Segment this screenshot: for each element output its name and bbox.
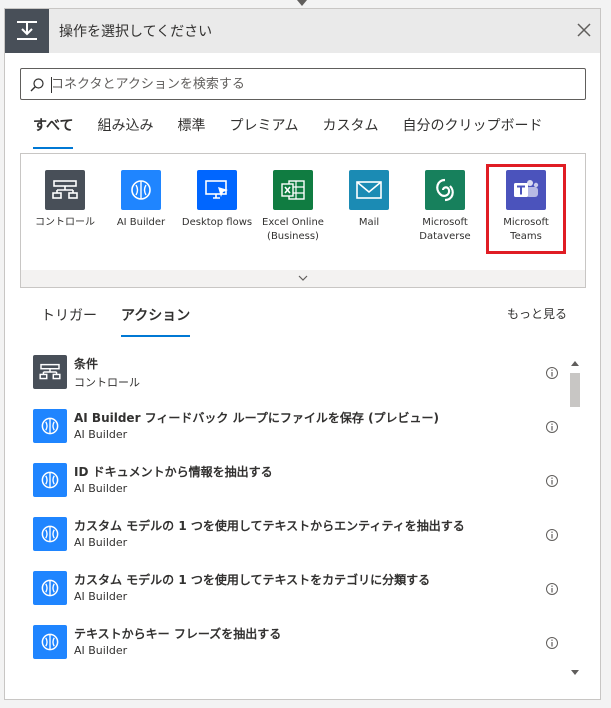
action-list-scrollbar[interactable]	[568, 359, 582, 681]
tab-all[interactable]: すべて	[33, 115, 74, 149]
connector-label: Microsoft Dataverse	[419, 217, 471, 242]
action-title: カスタム モデルの 1 つを使用してテキストからエンティティを抽出する	[74, 519, 465, 533]
control-icon	[45, 170, 85, 210]
dataverse-icon	[425, 170, 465, 210]
desktop-flows-icon	[197, 170, 237, 210]
connector-mail[interactable]: Mail	[331, 170, 407, 230]
ai-builder-icon	[33, 463, 67, 497]
info-icon[interactable]	[545, 528, 559, 542]
connector-excel-online[interactable]: Excel Online (Business)	[255, 170, 331, 244]
action-title: テキストからキー フレーズを抽出する	[74, 627, 282, 641]
scroll-thumb[interactable]	[570, 373, 580, 407]
action-title: カスタム モデルの 1 つを使用してテキストをカテゴリに分類する	[74, 573, 431, 587]
connector-grid: コントロール AI Builder Desktop flows Excel On…	[20, 153, 586, 271]
control-icon	[33, 355, 67, 389]
connector-label: Mail	[358, 217, 380, 228]
tab-actions[interactable]: アクション	[121, 305, 191, 337]
tab-built-in[interactable]: 組み込み	[97, 115, 153, 149]
see-more-link[interactable]: もっと見る	[507, 305, 567, 322]
info-icon[interactable]	[545, 636, 559, 650]
action-title: 条件	[74, 357, 99, 371]
tab-standard[interactable]: 標準	[177, 115, 205, 149]
action-connector-name: AI Builder	[74, 428, 128, 441]
collapse-toggle[interactable]	[20, 270, 586, 288]
dialog-header: 操作を選択してください	[5, 9, 600, 53]
info-icon[interactable]	[545, 582, 559, 596]
trigger-action-tabs: トリガー アクション	[41, 305, 214, 337]
list-item[interactable]: 条件 コントロール	[20, 349, 560, 397]
flow-connector-arrow	[297, 0, 307, 6]
info-icon[interactable]	[545, 474, 559, 488]
connector-desktop-flows[interactable]: Desktop flows	[179, 170, 255, 230]
connector-label: AI Builder	[116, 217, 166, 228]
category-tabs: すべて 組み込み 標準 プレミアム カスタム 自分のクリップボード	[33, 115, 567, 151]
search-icon	[30, 78, 44, 92]
action-connector-name: AI Builder	[74, 590, 128, 603]
selection-highlight	[486, 164, 566, 254]
list-item[interactable]: カスタム モデルの 1 つを使用してテキストをカテゴリに分類する AI Buil…	[20, 565, 560, 613]
info-icon[interactable]	[545, 420, 559, 434]
ai-builder-icon	[33, 625, 67, 659]
info-icon[interactable]	[545, 366, 559, 380]
ai-builder-icon	[33, 517, 67, 551]
connector-label: Excel Online (Business)	[262, 217, 324, 242]
action-connector-name: AI Builder	[74, 482, 128, 495]
action-connector-name: AI Builder	[74, 536, 128, 549]
choose-action-dialog: 操作を選択してください すべて 組み込み 標準 プレミアム カスタム 自分のクリ…	[4, 8, 601, 700]
connector-ai-builder[interactable]: AI Builder	[103, 170, 179, 230]
ai-builder-icon	[33, 571, 67, 605]
action-list: 条件 コントロール AI Builder フィードバック ループにファイルを保存…	[20, 349, 586, 679]
close-icon[interactable]	[575, 21, 593, 39]
excel-icon	[273, 170, 313, 210]
tab-custom[interactable]: カスタム	[323, 115, 379, 149]
dialog-title: 操作を選択してください	[59, 24, 213, 40]
action-title: ID ドキュメントから情報を抽出する	[74, 465, 273, 479]
scroll-down-arrow-icon[interactable]	[571, 670, 579, 675]
action-connector-name: コントロール	[74, 376, 140, 389]
list-item[interactable]: カスタム モデルの 1 つを使用してテキストからエンティティを抽出する AI B…	[20, 511, 560, 559]
chevron-down-icon	[298, 275, 308, 281]
scroll-up-arrow-icon[interactable]	[571, 361, 579, 366]
connector-control[interactable]: コントロール	[27, 170, 103, 230]
connector-dataverse[interactable]: Microsoft Dataverse	[407, 170, 483, 244]
tab-premium[interactable]: プレミアム	[229, 115, 298, 149]
tab-triggers[interactable]: トリガー	[41, 305, 97, 337]
tab-my-clipboard[interactable]: 自分のクリップボード	[403, 115, 543, 149]
ai-builder-icon	[121, 170, 161, 210]
mail-icon	[349, 170, 389, 210]
search-input[interactable]	[49, 73, 569, 95]
ai-builder-icon	[33, 409, 67, 443]
connector-label: コントロール	[35, 217, 95, 228]
list-item[interactable]: ID ドキュメントから情報を抽出する AI Builder	[20, 457, 560, 505]
connector-label: Desktop flows	[181, 217, 253, 228]
action-title: AI Builder フィードバック ループにファイルを保存 (プレビュー)	[74, 411, 440, 425]
search-box[interactable]	[20, 68, 586, 100]
step-icon	[5, 9, 49, 53]
action-connector-name: AI Builder	[74, 644, 128, 657]
list-item[interactable]: AI Builder フィードバック ループにファイルを保存 (プレビュー) A…	[20, 403, 560, 451]
list-item[interactable]: テキストからキー フレーズを抽出する AI Builder	[20, 619, 560, 667]
